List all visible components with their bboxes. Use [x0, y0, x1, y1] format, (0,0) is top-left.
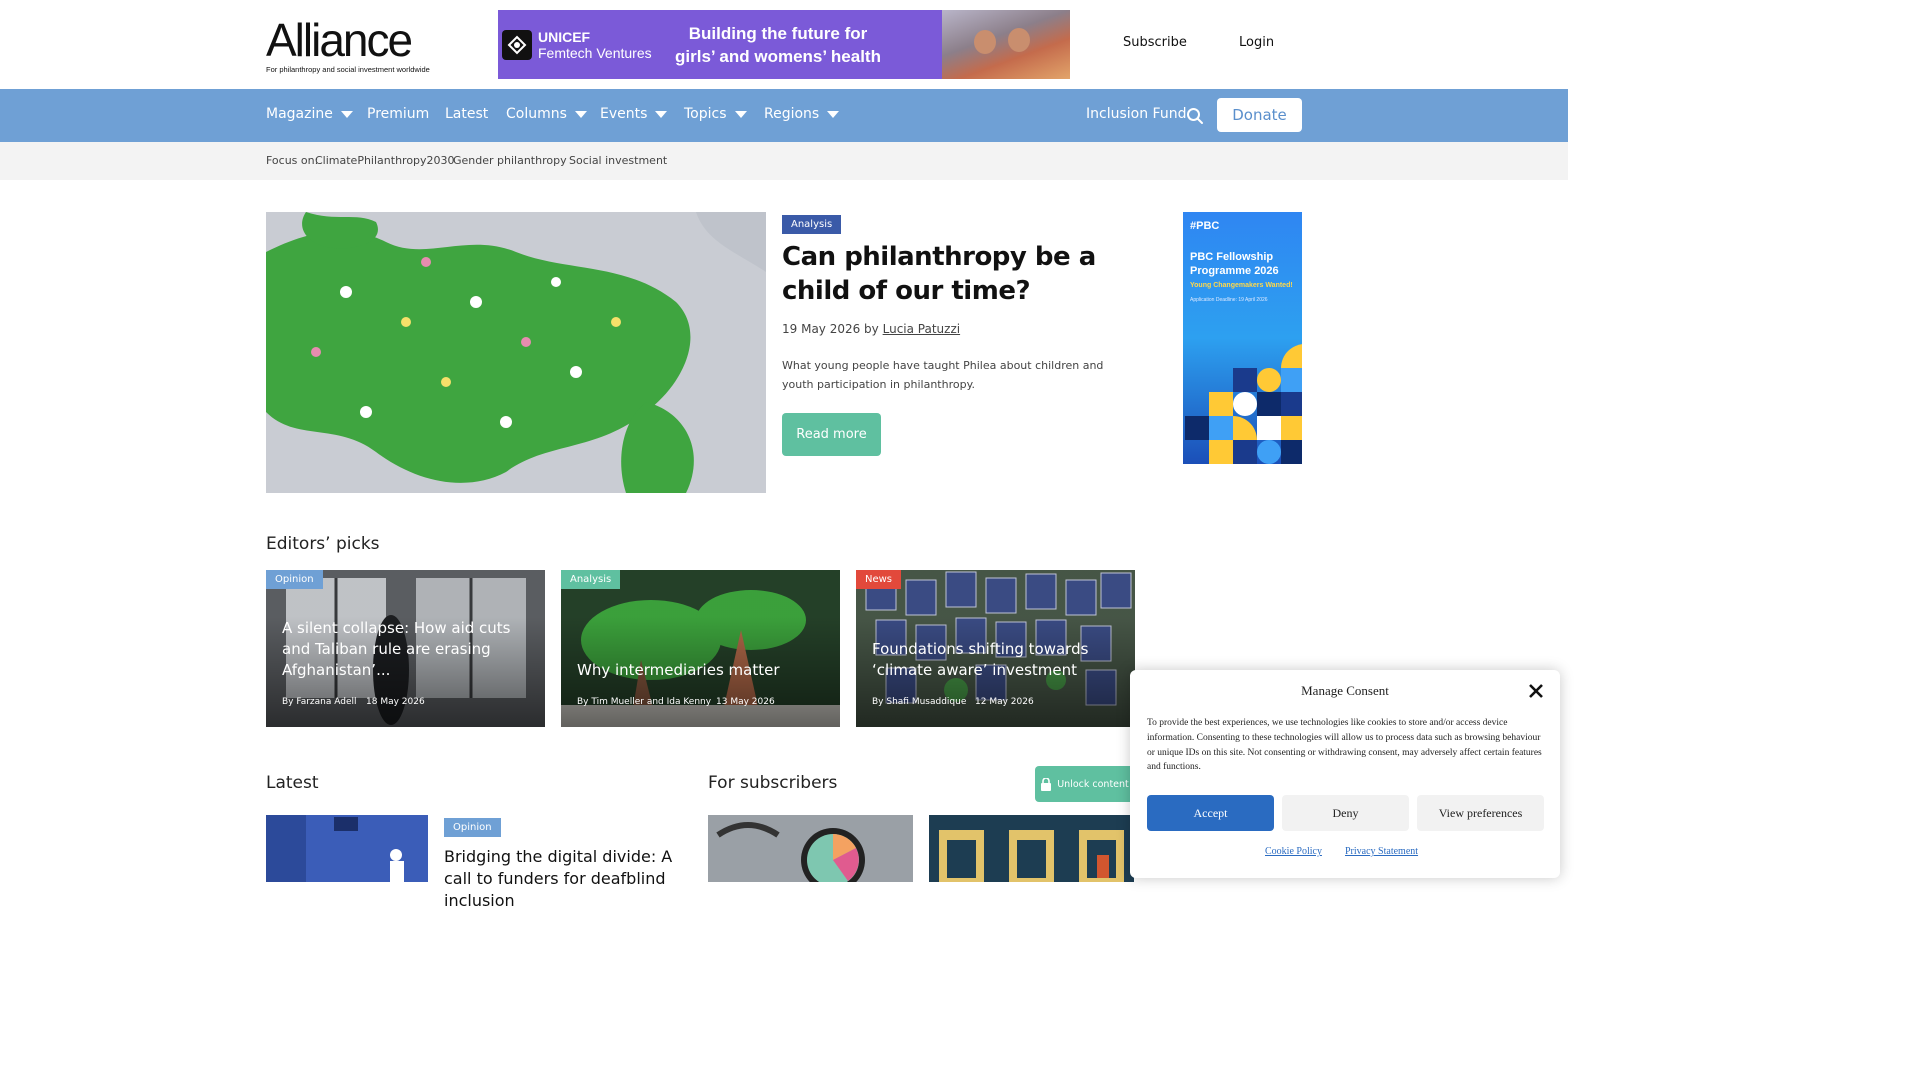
- nav-topics[interactable]: Topics: [684, 106, 747, 122]
- subscriber-article-image[interactable]: [929, 815, 1134, 882]
- nav-label: Columns: [506, 106, 567, 122]
- donate-button[interactable]: Donate: [1217, 98, 1302, 132]
- nav-label: Magazine: [266, 106, 333, 122]
- card-tag[interactable]: Analysis: [561, 570, 621, 589]
- latest-tag[interactable]: Opinion: [444, 818, 501, 837]
- hero-tag[interactable]: Analysis: [782, 215, 842, 234]
- banner-photo: [942, 10, 1070, 79]
- hero-author-link[interactable]: Lucia Patuzzi: [883, 322, 960, 336]
- focus-bar: Focus on: ClimatePhilanthropy2030 Gender…: [0, 142, 1568, 180]
- chevron-down-icon: [655, 110, 668, 118]
- card-date: 18 May 2026: [366, 697, 425, 707]
- card-date: 13 May 2026: [716, 697, 775, 707]
- editors-card[interactable]: Opinion A silent collapse: How aid cuts …: [266, 570, 545, 727]
- consent-title: Manage Consent: [1301, 683, 1389, 698]
- unlock-content-button[interactable]: Unlock content: [1035, 766, 1135, 802]
- nav-regions[interactable]: Regions: [764, 106, 840, 122]
- subscribe-link[interactable]: Subscribe: [1123, 35, 1187, 50]
- ad-title: PBC Fellowship Programme 2026: [1190, 251, 1279, 277]
- chevron-down-icon: [734, 110, 747, 118]
- ad-subtitle: Young Changemakers Wanted!: [1190, 282, 1293, 289]
- cookie-policy-link[interactable]: Cookie Policy: [1265, 846, 1322, 857]
- banner-org-line2: Femtech Ventures: [538, 44, 652, 61]
- card-tag[interactable]: News: [856, 570, 902, 589]
- latest-image[interactable]: [266, 815, 428, 882]
- chevron-down-icon: [827, 110, 840, 118]
- hero-image[interactable]: [266, 212, 766, 493]
- close-icon[interactable]: [1527, 682, 1545, 700]
- ad-logo: #PBC: [1190, 220, 1220, 232]
- card-title[interactable]: Foundations shifting towards ‘climate aw…: [872, 639, 1122, 681]
- unlock-label: Unlock content: [1057, 778, 1129, 790]
- nav-label: Latest: [445, 106, 489, 122]
- nav-premium[interactable]: Premium: [367, 106, 429, 122]
- accept-button[interactable]: Accept: [1147, 795, 1274, 831]
- card-title[interactable]: A silent collapse: How aid cuts and Tali…: [282, 618, 532, 681]
- focus-link-gender[interactable]: Gender philanthropy: [453, 154, 567, 167]
- logo-wordmark: Alliance: [266, 14, 413, 66]
- banner-org-line1: UNICEF: [538, 28, 591, 45]
- hero-meta: 19 May 2026 by Lucia Patuzzi: [782, 322, 960, 336]
- nav-label: Events: [600, 106, 648, 122]
- hero-title[interactable]: Can philanthropy be a child of our time?: [782, 240, 1142, 308]
- main-nav: Magazine Premium Latest Columns Events T…: [0, 89, 1568, 142]
- privacy-statement-link[interactable]: Privacy Statement: [1345, 846, 1418, 857]
- unicef-logo-icon: [502, 29, 532, 60]
- card-tag[interactable]: Opinion: [266, 570, 323, 589]
- hero-date: 19 May 2026 by: [782, 322, 879, 336]
- card-date: 12 May 2026: [975, 697, 1034, 707]
- nav-latest[interactable]: Latest: [445, 106, 488, 122]
- nav-inclusion-fund[interactable]: Inclusion Fund: [1086, 106, 1186, 122]
- view-preferences-button[interactable]: View preferences: [1417, 795, 1544, 831]
- latest-heading: Latest: [266, 773, 319, 793]
- site-logo[interactable]: Alliance For philanthropy and social inv…: [266, 14, 456, 74]
- consent-dialog: Manage Consent To provide the best exper…: [1130, 670, 1560, 878]
- nav-events[interactable]: Events: [600, 106, 668, 122]
- latest-title[interactable]: Bridging the digital divide: A call to f…: [444, 846, 684, 912]
- card-title[interactable]: Why intermediaries matter: [577, 660, 827, 681]
- editors-picks-heading: Editors’ picks: [266, 534, 380, 554]
- subscribers-heading: For subscribers: [708, 773, 838, 793]
- banner-headline: Building the future for girls’ and women…: [675, 24, 881, 66]
- card-author: By Tim Mueller and Ida Kenny: [577, 697, 712, 707]
- nav-columns[interactable]: Columns: [506, 106, 587, 122]
- consent-text: To provide the best experiences, we use …: [1147, 718, 1542, 773]
- editors-card[interactable]: Analysis Why intermediaries matter By Ti…: [561, 570, 840, 727]
- nav-label: Regions: [764, 106, 820, 122]
- site-header: Alliance For philanthropy and social inv…: [0, 0, 1568, 89]
- logo-tagline: For philanthropy and social investment w…: [266, 65, 430, 74]
- chevron-down-icon: [340, 110, 353, 118]
- ad-deadline: Application Deadline: 19 April 2026: [1190, 297, 1268, 303]
- editors-card[interactable]: News Foundations shifting towards ‘clima…: [856, 570, 1135, 727]
- focus-link-climate[interactable]: ClimatePhilanthropy2030: [315, 154, 455, 167]
- card-author: By Farzana Adell: [282, 697, 357, 707]
- nav-magazine[interactable]: Magazine: [266, 106, 353, 122]
- header-ad-banner[interactable]: UNICEF Femtech Ventures Building the fut…: [498, 10, 1070, 79]
- lock-icon: [1041, 777, 1052, 791]
- card-author: By Shafi Musaddique: [872, 697, 967, 707]
- chevron-down-icon: [574, 110, 587, 118]
- read-more-button[interactable]: Read more: [782, 413, 881, 456]
- side-ad-banner[interactable]: #PBC PBC Fellowship Programme 2026 Young…: [1183, 212, 1302, 464]
- subscriber-article-image[interactable]: [708, 815, 913, 882]
- focus-link-social-investment[interactable]: Social investment: [569, 154, 667, 167]
- nav-label: Premium: [367, 106, 430, 122]
- search-icon[interactable]: [1186, 107, 1204, 125]
- deny-button[interactable]: Deny: [1282, 795, 1409, 831]
- banner-org: UNICEF Femtech Ventures: [538, 29, 652, 61]
- hero-description: What young people have taught Philea abo…: [782, 359, 1104, 391]
- nav-label: Topics: [684, 106, 727, 122]
- login-link[interactable]: Login: [1239, 35, 1274, 50]
- focus-label: Focus on:: [266, 154, 319, 167]
